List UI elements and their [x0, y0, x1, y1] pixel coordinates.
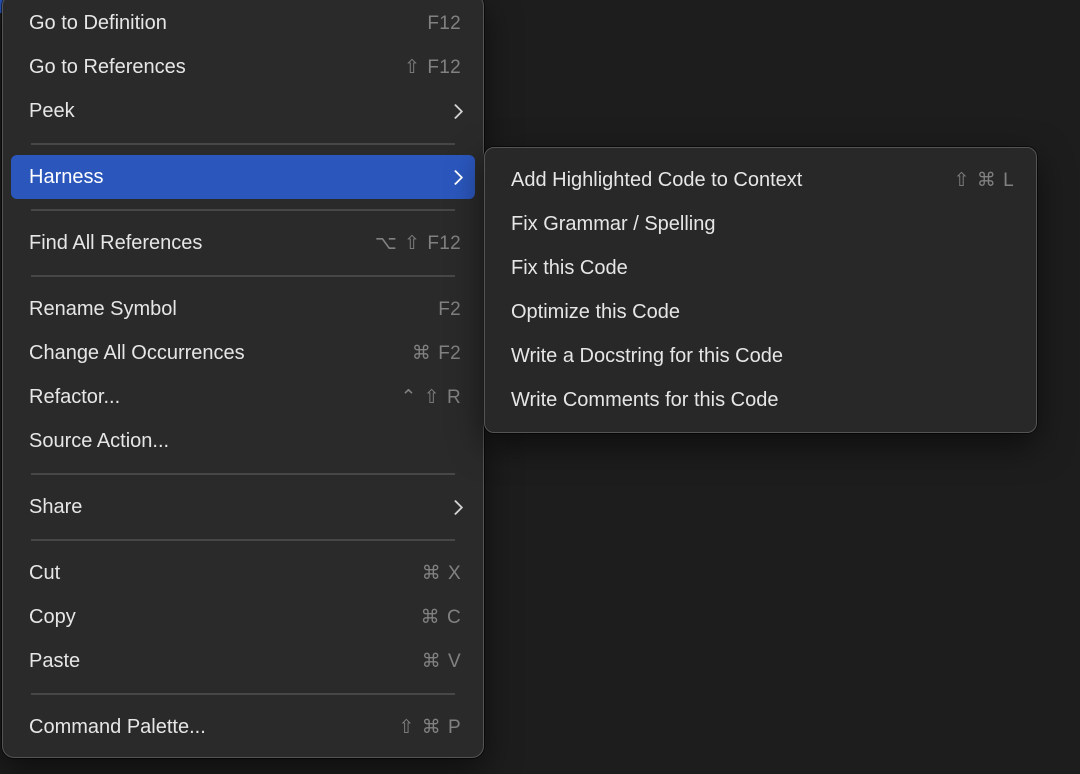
menu-item-label: Peek: [29, 100, 450, 123]
menu-item-share[interactable]: Share: [11, 485, 475, 529]
shortcut-key: F12: [427, 234, 461, 253]
menu-item-label: Share: [29, 496, 450, 519]
shortcut-key: ⌃: [401, 388, 417, 407]
menu-separator: [31, 143, 455, 145]
shortcut-hint: ⇧ F12: [404, 58, 461, 77]
chevron-right-icon: [448, 499, 464, 515]
menu-item-label: Rename Symbol: [29, 298, 414, 321]
menu-item-label: Harness: [29, 166, 450, 189]
shortcut-hint: ⌘V: [422, 652, 461, 671]
menu-separator: [31, 539, 455, 541]
shortcut-hint: ⇧ ⌘ L: [954, 171, 1014, 190]
chevron-right-icon: [448, 103, 464, 119]
menu-item-change-all-occurrences[interactable]: Change All Occurrences ⌘ F2: [11, 331, 475, 375]
menu-item-label: Paste: [29, 650, 398, 673]
shortcut-hint: ⇧ ⌘ P: [398, 718, 461, 737]
shortcut-key: ⌘: [422, 718, 441, 737]
shortcut-key: ⌘: [422, 564, 441, 583]
menu-item-peek[interactable]: Peek: [11, 89, 475, 133]
shortcut-hint: F2: [438, 300, 461, 319]
menu-item-label: Go to References: [29, 56, 380, 79]
menu-item-cut[interactable]: Cut⌘X: [11, 551, 475, 595]
menu-separator: [31, 693, 455, 695]
shortcut-key: ⇧: [954, 171, 970, 190]
shortcut-hint: F12: [427, 14, 461, 33]
shortcut-key: ⇧: [404, 234, 420, 253]
menu-item-find-all-references[interactable]: Find All References ⌥ ⇧ F12: [11, 221, 475, 265]
menu-item-label: Source Action...: [29, 430, 461, 453]
menu-item-label: Change All Occurrences: [29, 342, 388, 365]
editor-context-menu: Go to Definition F12 Go to References ⇧ F12 P…: [2, 0, 484, 758]
menu-item-label: Fix Grammar / Spelling: [511, 213, 1014, 236]
menu-item-label: Add Highlighted Code to Context: [511, 169, 930, 192]
shortcut-key: ⇧: [404, 58, 420, 77]
menu-item-copy[interactable]: Copy⌘C: [11, 595, 475, 639]
shortcut-key: ⌘: [422, 652, 441, 671]
menu-item-optimize-this-code[interactable]: Optimize this Code: [493, 290, 1028, 334]
shortcut-hint: ⌘ F2: [412, 344, 461, 363]
shortcut-key: R: [447, 388, 461, 407]
menu-item-go-to-definition[interactable]: Go to Definition F12: [11, 1, 475, 45]
chevron-right-icon: [448, 169, 464, 185]
menu-item-label: Write Comments for this Code: [511, 389, 1014, 412]
shortcut-key: ⌘: [421, 608, 440, 627]
shortcut-key: F2: [438, 300, 461, 319]
menu-separator: [31, 275, 455, 277]
menu-separator: [31, 473, 455, 475]
menu-item-go-to-references[interactable]: Go to References ⇧ F12: [11, 45, 475, 89]
shortcut-key: L: [1003, 171, 1014, 190]
shortcut-hint: ⌘C: [421, 608, 461, 627]
shortcut-key: X: [448, 564, 461, 583]
shortcut-hint: ⌥ ⇧ F12: [375, 234, 461, 253]
shortcut-key: ⌥: [375, 234, 397, 253]
menu-item-fix-grammar-spelling[interactable]: Fix Grammar / Spelling: [493, 202, 1028, 246]
shortcut-key: F12: [427, 14, 461, 33]
shortcut-key: ⇧: [424, 388, 440, 407]
menu-item-paste[interactable]: Paste⌘V: [11, 639, 475, 683]
shortcut-key: ⌘: [977, 171, 996, 190]
menu-item-command-palette[interactable]: Command Palette... ⇧ ⌘ P: [11, 705, 475, 749]
menu-item-label: Fix this Code: [511, 257, 1014, 280]
menu-item-label: Copy: [29, 606, 397, 629]
menu-item-label: Find All References: [29, 232, 351, 255]
menu-item-write-comments-for-this-code[interactable]: Write Comments for this Code: [493, 378, 1028, 422]
menu-separator: [31, 209, 455, 211]
menu-item-label: Write a Docstring for this Code: [511, 345, 1014, 368]
shortcut-key: C: [447, 608, 461, 627]
menu-item-write-a-docstring-for-this-code[interactable]: Write a Docstring for this Code: [493, 334, 1028, 378]
harness-submenu: Add Highlighted Code to Context ⇧ ⌘ L Fix Gr…: [484, 147, 1037, 433]
menu-item-label: Optimize this Code: [511, 301, 1014, 324]
menu-item-add-highlighted-code-to-context[interactable]: Add Highlighted Code to Context ⇧ ⌘ L: [493, 158, 1028, 202]
shortcut-hint: ⌘X: [422, 564, 461, 583]
menu-item-label: Go to Definition: [29, 12, 403, 35]
menu-item-harness[interactable]: Harness: [11, 155, 475, 199]
shortcut-key: ⇧: [398, 718, 414, 737]
shortcut-key: V: [448, 652, 461, 671]
menu-item-refactor[interactable]: Refactor... ⌃ ⇧ R: [11, 375, 475, 419]
menu-item-label: Refactor...: [29, 386, 377, 409]
menu-item-fix-this-code[interactable]: Fix this Code: [493, 246, 1028, 290]
shortcut-key: P: [448, 718, 461, 737]
menu-item-source-action[interactable]: Source Action...: [11, 419, 475, 463]
shortcut-key: ⌘: [412, 344, 431, 363]
shortcut-key: F2: [438, 344, 461, 363]
shortcut-hint: ⌃ ⇧ R: [401, 388, 462, 407]
menu-item-rename-symbol[interactable]: Rename Symbol F2: [11, 287, 475, 331]
shortcut-key: F12: [427, 58, 461, 77]
menu-item-label: Command Palette...: [29, 716, 374, 739]
menu-item-label: Cut: [29, 562, 398, 585]
